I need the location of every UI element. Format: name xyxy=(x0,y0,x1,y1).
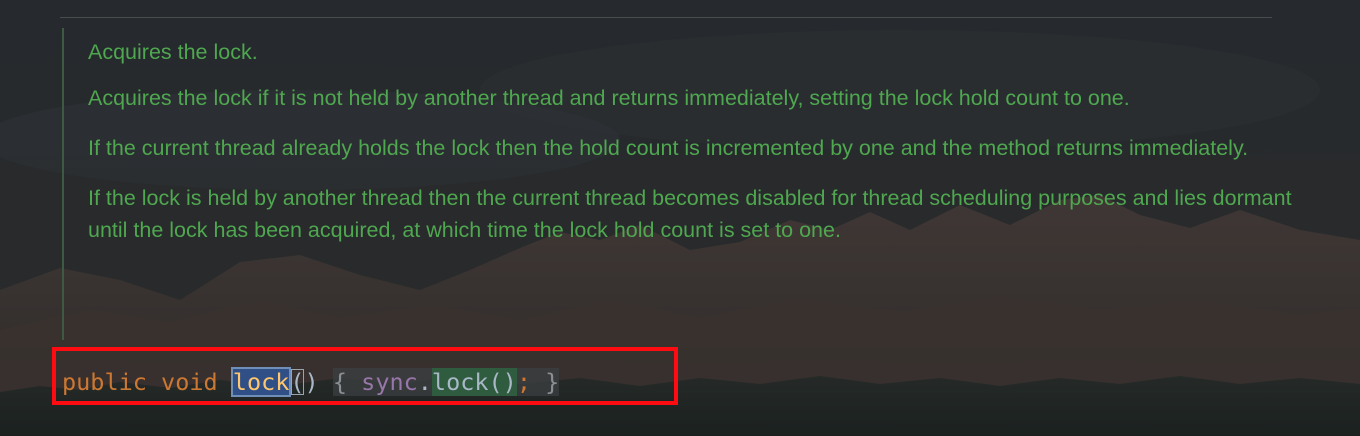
code-line-lock-method[interactable]: public void lock() { sync.lock(); } xyxy=(62,363,560,401)
open-brace: { xyxy=(332,368,348,396)
open-paren: ( xyxy=(290,368,305,396)
folded-method-body[interactable]: { sync.lock(); } xyxy=(332,368,560,396)
rendered-javadoc: Acquires the lock. Acquires the lock if … xyxy=(88,36,1328,264)
call-parens: () xyxy=(488,368,517,396)
call-name: lock xyxy=(431,368,489,396)
doc-paragraph: If the lock is held by another thread th… xyxy=(88,186,1292,242)
top-divider xyxy=(60,17,1272,18)
method-name-lock[interactable]: lock xyxy=(230,367,292,397)
method-call-lock[interactable]: lock() xyxy=(431,368,517,396)
close-paren: ) xyxy=(304,368,319,396)
doc-paragraph: Acquires the lock if it is not held by a… xyxy=(88,86,1130,110)
editor-viewport: Acquires the lock. Acquires the lock if … xyxy=(0,0,1360,436)
doc-paragraph: If the current thread already holds the … xyxy=(88,136,1249,160)
close-brace: } xyxy=(545,368,560,396)
member-dot: . xyxy=(417,368,432,396)
semicolon: ; xyxy=(516,368,531,396)
doc-summary: Acquires the lock. xyxy=(88,40,258,64)
keyword-public: public xyxy=(62,368,147,396)
field-sync[interactable]: sync xyxy=(361,368,418,396)
keyword-void: void xyxy=(161,368,218,396)
doc-comment-gutter-bar xyxy=(62,28,64,340)
